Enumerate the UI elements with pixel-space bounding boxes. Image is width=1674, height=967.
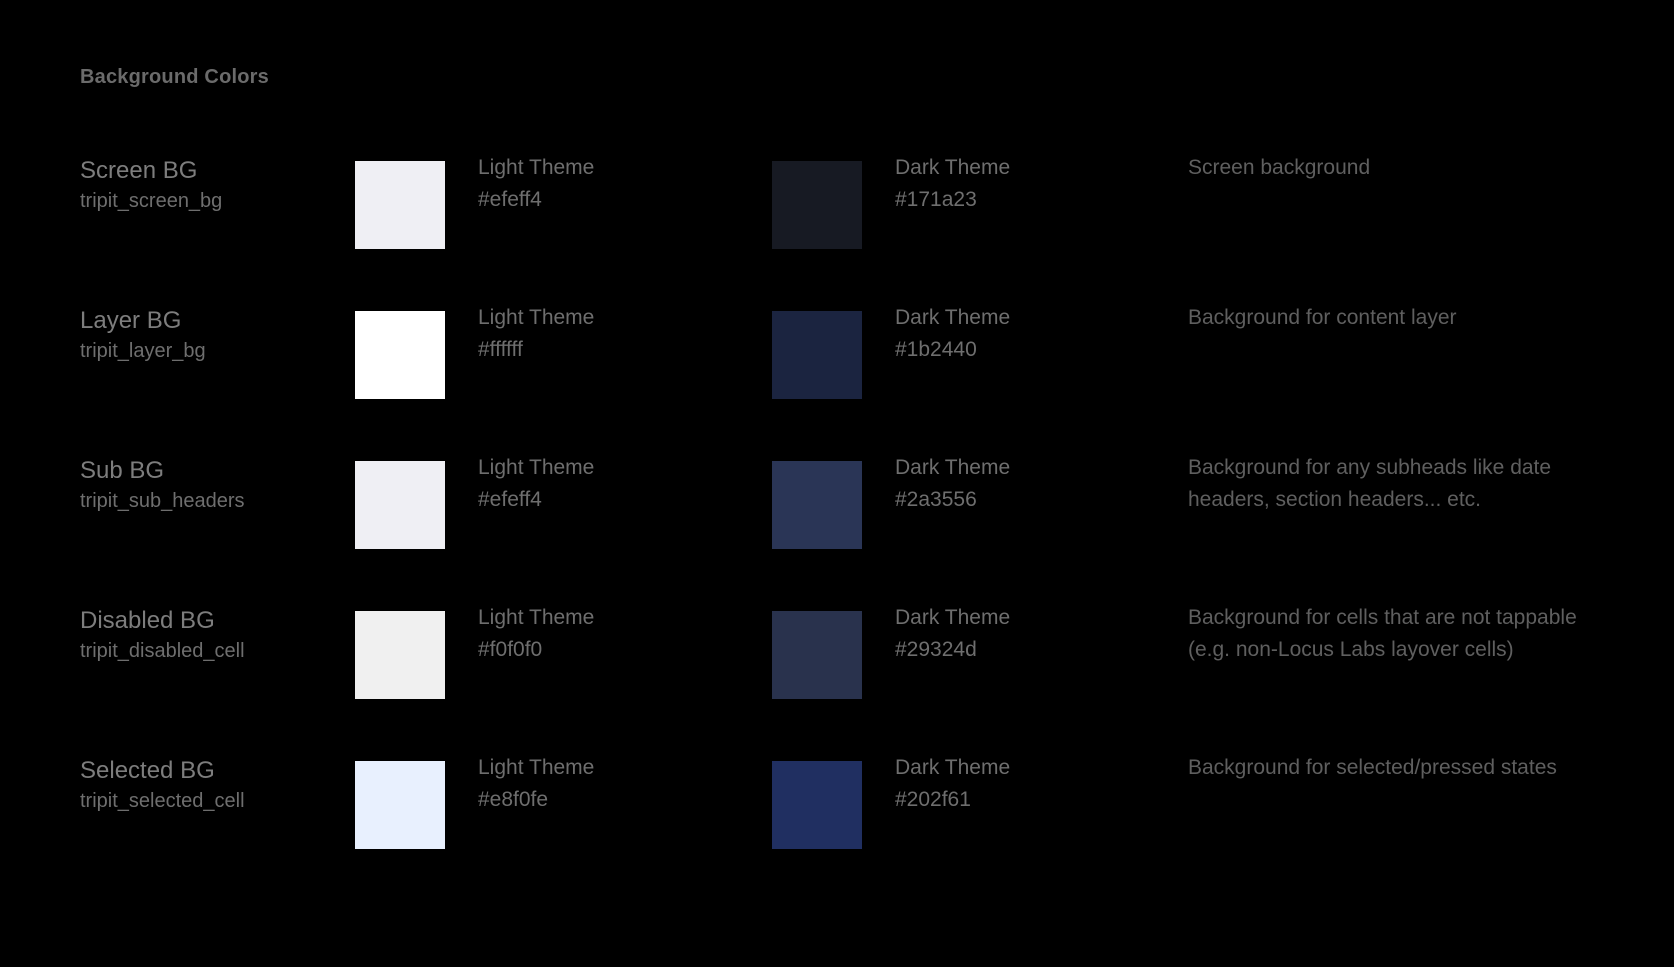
dark-theme-group: Dark Theme #1b2440: [895, 302, 1195, 366]
color-name-group: Layer BG tripit_layer_bg: [80, 304, 340, 366]
color-description: Background for any subheads like date he…: [1188, 456, 1552, 511]
dark-theme-label: Dark Theme: [895, 156, 1011, 179]
dark-theme-group: Dark Theme #202f61: [895, 752, 1195, 816]
light-theme-group: Light Theme #ffffff: [478, 302, 778, 366]
color-name: Screen BG: [80, 157, 198, 184]
color-description: Background for content layer: [1188, 306, 1457, 329]
dark-theme-hex: #1b2440: [895, 338, 977, 361]
light-theme-swatch: [355, 161, 445, 249]
light-theme-hex: #f0f0f0: [478, 638, 543, 661]
dark-theme-swatch: [772, 461, 862, 549]
dark-theme-group: Dark Theme #29324d: [895, 602, 1195, 666]
dark-theme-hex: #2a3556: [895, 488, 977, 511]
dark-theme-label: Dark Theme: [895, 456, 1011, 479]
color-description: Background for selected/pressed states: [1188, 756, 1557, 779]
color-row-list: Screen BG tripit_screen_bg Light Theme #…: [0, 142, 1674, 892]
light-theme-label: Light Theme: [478, 756, 595, 779]
light-theme-hex: #efeff4: [478, 488, 542, 511]
light-theme-label: Light Theme: [478, 456, 595, 479]
page-title: Background Colors: [80, 66, 269, 88]
dark-theme-swatch: [772, 161, 862, 249]
color-token: tripit_screen_bg: [80, 190, 223, 212]
light-theme-group: Light Theme #efeff4: [478, 152, 778, 216]
color-name: Layer BG: [80, 307, 182, 334]
light-theme-group: Light Theme #efeff4: [478, 452, 778, 516]
light-theme-swatch: [355, 461, 445, 549]
color-token: tripit_disabled_cell: [80, 640, 245, 662]
dark-theme-group: Dark Theme #2a3556: [895, 452, 1195, 516]
dark-theme-group: Dark Theme #171a23: [895, 152, 1195, 216]
dark-theme-label: Dark Theme: [895, 756, 1011, 779]
color-token: tripit_sub_headers: [80, 490, 245, 512]
light-theme-hex: #e8f0fe: [478, 788, 549, 811]
color-name-group: Sub BG tripit_sub_headers: [80, 454, 340, 516]
dark-theme-label: Dark Theme: [895, 306, 1011, 329]
color-row: Screen BG tripit_screen_bg Light Theme #…: [0, 142, 1674, 292]
color-row: Layer BG tripit_layer_bg Light Theme #ff…: [0, 292, 1674, 442]
color-name: Disabled BG: [80, 607, 215, 634]
dark-theme-swatch: [772, 311, 862, 399]
light-theme-group: Light Theme #e8f0fe: [478, 752, 778, 816]
color-row: Disabled BG tripit_disabled_cell Light T…: [0, 592, 1674, 742]
light-theme-label: Light Theme: [478, 606, 595, 629]
dark-theme-hex: #171a23: [895, 188, 977, 211]
light-theme-label: Light Theme: [478, 306, 595, 329]
color-name: Sub BG: [80, 457, 165, 484]
light-theme-label: Light Theme: [478, 156, 595, 179]
dark-theme-label: Dark Theme: [895, 606, 1011, 629]
color-row: Selected BG tripit_selected_cell Light T…: [0, 742, 1674, 892]
color-name-group: Screen BG tripit_screen_bg: [80, 154, 340, 216]
color-palette-page: Background Colors Screen BG tripit_scree…: [0, 0, 1674, 967]
color-description: Screen background: [1188, 156, 1371, 179]
light-theme-hex: #ffffff: [478, 338, 523, 361]
color-row: Sub BG tripit_sub_headers Light Theme #e…: [0, 442, 1674, 592]
dark-theme-hex: #202f61: [895, 788, 971, 811]
color-description: Background for cells that are not tappab…: [1188, 606, 1577, 661]
light-theme-swatch: [355, 611, 445, 699]
dark-theme-swatch: [772, 611, 862, 699]
light-theme-hex: #efeff4: [478, 188, 542, 211]
color-token: tripit_selected_cell: [80, 790, 245, 812]
light-theme-group: Light Theme #f0f0f0: [478, 602, 778, 666]
color-name-group: Selected BG tripit_selected_cell: [80, 754, 340, 816]
light-theme-swatch: [355, 761, 445, 849]
dark-theme-hex: #29324d: [895, 638, 977, 661]
color-name-group: Disabled BG tripit_disabled_cell: [80, 604, 340, 666]
color-token: tripit_layer_bg: [80, 340, 206, 362]
dark-theme-swatch: [772, 761, 862, 849]
light-theme-swatch: [355, 311, 445, 399]
color-name: Selected BG: [80, 757, 215, 784]
